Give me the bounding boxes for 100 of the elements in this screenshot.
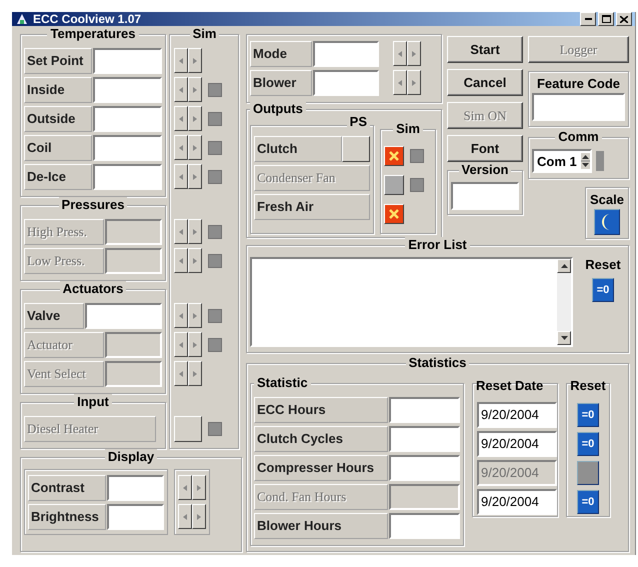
input-field[interactable] <box>93 134 162 160</box>
increase-button[interactable] <box>188 164 202 189</box>
input-field[interactable] <box>105 360 162 386</box>
status-indicator <box>208 82 222 96</box>
input-field[interactable] <box>85 302 162 328</box>
command-button[interactable]: Font <box>447 135 523 162</box>
decrease-button[interactable] <box>174 77 188 102</box>
increase-button[interactable] <box>407 41 421 66</box>
status-indicator <box>208 170 222 184</box>
maximize-button[interactable] <box>598 12 614 26</box>
output-label: Condenser Fan <box>254 164 370 190</box>
right-arrow-icon <box>193 144 197 150</box>
field-label: ECC Hours <box>254 396 388 422</box>
decrease-button[interactable] <box>174 303 188 328</box>
increase-button[interactable] <box>188 77 202 102</box>
error-list[interactable] <box>250 257 573 347</box>
left-arrow-icon <box>179 116 183 122</box>
left-arrow-icon <box>179 144 183 150</box>
increase-button[interactable] <box>188 48 202 73</box>
input-field[interactable] <box>105 332 162 358</box>
ps-button[interactable] <box>342 136 370 162</box>
feature-code-field[interactable] <box>532 93 625 121</box>
sim-checkbox[interactable] <box>384 204 404 224</box>
input-field[interactable] <box>389 454 460 480</box>
date-field[interactable]: 9/20/2004 <box>477 402 557 428</box>
status-indicator <box>208 224 222 238</box>
reset-button[interactable] <box>577 460 599 484</box>
field-label: Vent Select <box>24 360 104 386</box>
version-field[interactable] <box>451 182 519 210</box>
reset-button[interactable]: =0 <box>592 278 614 302</box>
input-field[interactable] <box>105 248 162 274</box>
right-arrow-icon <box>193 174 197 180</box>
increase-button[interactable] <box>188 106 202 131</box>
input-field[interactable] <box>93 76 162 102</box>
field-label: Inside <box>24 76 92 102</box>
reset-button[interactable]: =0 <box>577 432 599 456</box>
port-spinner[interactable]: Com 1 <box>532 149 592 173</box>
sim-checkbox[interactable] <box>384 146 404 166</box>
input-field[interactable] <box>107 474 164 500</box>
input-field[interactable] <box>389 426 460 452</box>
input-field[interactable] <box>389 484 460 510</box>
decrease-button[interactable] <box>178 504 192 529</box>
decrease-button[interactable] <box>174 48 188 73</box>
increase-button[interactable] <box>192 504 206 529</box>
input-field[interactable] <box>313 70 379 96</box>
right-arrow-icon <box>193 116 197 122</box>
toggle-button[interactable] <box>174 416 202 442</box>
status-indicator <box>208 308 222 322</box>
input-field[interactable] <box>93 48 162 74</box>
right-arrow-icon <box>193 58 197 64</box>
input-field[interactable] <box>389 396 460 422</box>
field-label: Coil <box>24 134 92 160</box>
reset-button[interactable]: =0 <box>577 490 599 514</box>
reset-label: Reset <box>585 257 621 272</box>
command-button[interactable]: Cancel <box>447 69 523 96</box>
up-arrow-icon <box>560 264 568 268</box>
scale-button[interactable] <box>594 209 620 235</box>
input-field[interactable] <box>93 106 162 132</box>
decrease-button[interactable] <box>393 70 407 95</box>
left-arrow-icon <box>398 50 402 56</box>
left-arrow-icon <box>179 370 183 376</box>
input-field[interactable] <box>389 512 460 538</box>
status-indicator <box>208 112 222 126</box>
maximize-icon <box>602 15 610 23</box>
scroll-down-button[interactable] <box>557 331 571 345</box>
field-label: Compresser Hours <box>254 454 388 480</box>
left-arrow-icon <box>179 58 183 64</box>
output-label: Clutch <box>254 136 342 162</box>
increase-button[interactable] <box>407 70 421 95</box>
minimize-button[interactable] <box>580 12 596 26</box>
right-arrow-icon <box>193 370 197 376</box>
group-title: Statistics <box>406 355 470 370</box>
field-label: Mode <box>250 40 312 66</box>
decrease-button[interactable] <box>174 106 188 131</box>
group-title: Sim <box>393 121 423 136</box>
increase-button[interactable] <box>188 303 202 328</box>
reset-button[interactable]: =0 <box>577 402 599 426</box>
input-field[interactable] <box>93 164 162 190</box>
date-field[interactable]: 9/20/2004 <box>477 430 557 456</box>
close-button[interactable] <box>616 12 632 26</box>
window-title: ECC Coolview 1.07 <box>33 12 142 26</box>
increase-button[interactable] <box>188 135 202 160</box>
input-field[interactable] <box>107 504 164 530</box>
field-label: Low Press. <box>24 248 104 274</box>
date-field[interactable]: 9/20/2004 <box>477 488 557 514</box>
field-label: Outside <box>24 106 92 132</box>
decrease-button[interactable] <box>174 164 188 189</box>
increase-button[interactable] <box>192 475 206 500</box>
down-arrow-icon <box>560 336 568 340</box>
command-button[interactable]: Start <box>447 36 523 63</box>
field-label: High Press. <box>24 218 104 244</box>
input-field[interactable] <box>313 40 379 66</box>
input-field[interactable] <box>105 218 162 244</box>
group-title: Display <box>104 449 158 464</box>
decrease-button[interactable] <box>393 41 407 66</box>
scroll-up-button[interactable] <box>557 259 571 273</box>
field-label: Clutch Cycles <box>254 426 388 452</box>
decrease-button[interactable] <box>178 475 192 500</box>
decrease-button[interactable] <box>174 135 188 160</box>
field-label: Actuator <box>24 332 104 358</box>
